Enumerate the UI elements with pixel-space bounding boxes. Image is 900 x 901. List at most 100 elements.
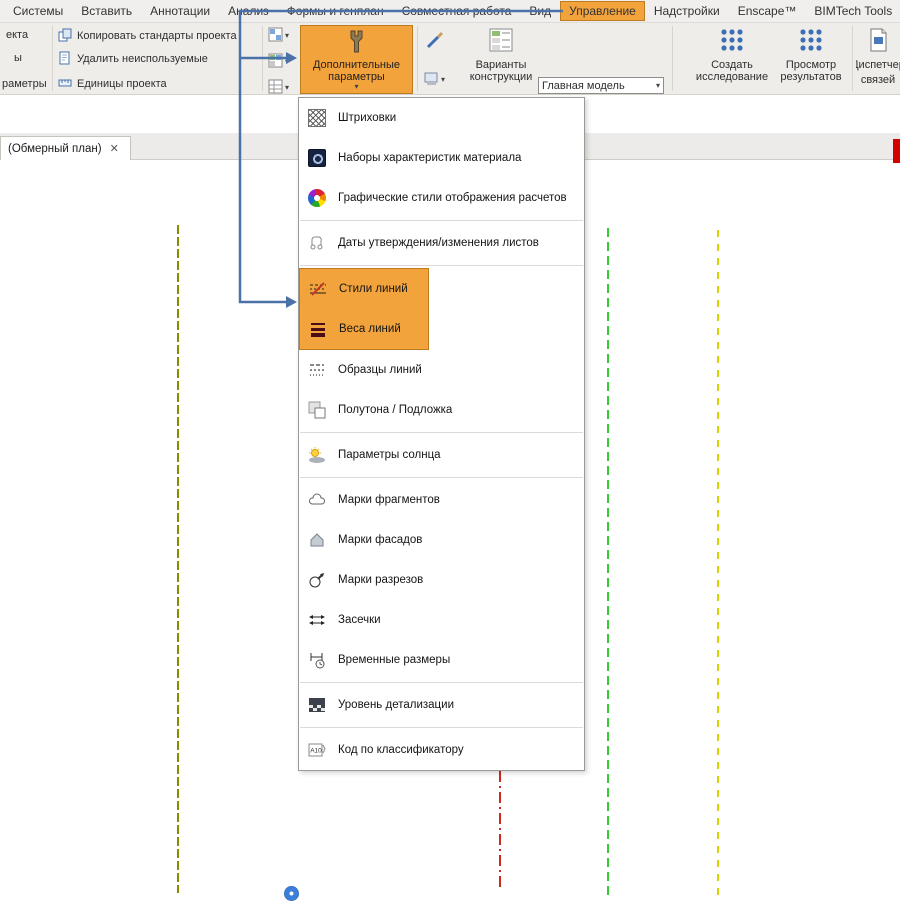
- menu-item-halftone-underlay[interactable]: Полутона / Подложка: [299, 390, 584, 430]
- menu-item-label: Марки фасадов: [338, 534, 423, 546]
- menu-separator: [300, 432, 583, 433]
- chevron-down-icon: ▾: [655, 80, 660, 90]
- ribbon-tab-analyze[interactable]: Анализ: [219, 1, 278, 21]
- menu-item-material-assets[interactable]: Наборы характеристик материала: [299, 138, 584, 178]
- dots-grid-icon: [719, 27, 745, 56]
- dropdown-icon: ▾: [285, 57, 290, 66]
- links-manager-button[interactable]: Диспетчер связей: [856, 27, 900, 86]
- grid-settings-icon: [268, 79, 283, 97]
- menu-separator: [300, 220, 583, 221]
- ribbon-tab-manage[interactable]: Управление: [560, 1, 645, 21]
- create-study-button[interactable]: Создать исследование: [692, 27, 772, 83]
- detail-level-icon: [307, 695, 327, 715]
- mep-settings-button[interactable]: ▾: [268, 53, 289, 71]
- menu-item-sun-settings[interactable]: Параметры солнца: [299, 435, 584, 475]
- dropdown-icon: ▾: [285, 31, 290, 40]
- design-line-button[interactable]: [424, 29, 446, 54]
- menu-item-label: Штриховки: [338, 112, 397, 124]
- ribbon-tab-annotate[interactable]: Аннотации: [141, 1, 219, 21]
- ribbon-tab-collaborate[interactable]: Совместная работа: [393, 1, 521, 21]
- halftone-icon: [307, 400, 327, 420]
- menu-item-fill-patterns[interactable]: Штриховки: [299, 98, 584, 138]
- panel-separator: [52, 26, 53, 91]
- temporary-dimension-icon: [307, 650, 327, 670]
- menu-item-section-tags[interactable]: Марки разрезов: [299, 560, 584, 600]
- classifier-code-icon: A10: [307, 740, 327, 760]
- paint-icon: [424, 71, 439, 89]
- menu-item-label: Марки разрезов: [338, 574, 424, 586]
- purge-icon: [58, 51, 72, 68]
- grid-settings-icon: [268, 27, 283, 45]
- menu-item-line-weights[interactable]: Веса линий: [300, 309, 428, 349]
- structural-settings-button[interactable]: ▾: [268, 27, 289, 45]
- grid-line-green: [607, 228, 609, 898]
- menu-item-analysis-display-styles[interactable]: Графические стили отображения расчетов: [299, 178, 584, 218]
- menu-item-label: Стили линий: [339, 283, 408, 295]
- additional-settings-button[interactable]: Дополнительные параметры ▾: [300, 25, 413, 94]
- paint-tool-button[interactable]: ▾: [424, 71, 445, 89]
- panel-separator: [672, 26, 673, 91]
- close-icon[interactable]: ✕: [110, 142, 119, 155]
- menu-item-arrowheads[interactable]: Засечки: [299, 600, 584, 640]
- menu-separator: [300, 265, 583, 266]
- dropdown-icon: ▾: [354, 82, 359, 91]
- menu-item-label: Временные размеры: [338, 654, 451, 666]
- panel-schedule-settings-button[interactable]: ▾: [268, 79, 289, 97]
- menu-item-label: Засечки: [338, 614, 381, 626]
- double-arrow-icon: [307, 610, 327, 630]
- color-wheel-icon: [307, 188, 327, 208]
- dots-grid-icon: [798, 27, 824, 56]
- button-label: Дополнительные параметры: [312, 59, 401, 83]
- tool-label: Удалить неиспользуемые: [77, 53, 208, 65]
- copy-standards-icon: [58, 28, 72, 45]
- tool-label: Единицы проекта: [77, 78, 167, 90]
- additional-settings-menu: Штриховки Наборы характеристик материала…: [298, 97, 585, 771]
- project-units-button[interactable]: Единицы проекта: [58, 75, 167, 93]
- panel-separator: [852, 26, 853, 91]
- menu-item-sheet-issues-revisions[interactable]: Даты утверждения/изменения листов: [299, 223, 584, 263]
- menu-item-line-patterns[interactable]: Образцы линий: [299, 350, 584, 390]
- sheet-dates-icon: [307, 233, 327, 253]
- pencil-icon: [424, 31, 446, 54]
- button-label: Диспетчер: [856, 59, 900, 71]
- grid-line-olive: [177, 225, 179, 893]
- menu-item-classification-code[interactable]: A10 Код по классификатору: [299, 730, 584, 770]
- active-design-option-select[interactable]: Главная модель ▾: [538, 77, 664, 94]
- purge-unused-button[interactable]: Удалить неиспользуемые: [58, 50, 208, 68]
- truncated-label: ы: [14, 52, 22, 64]
- wrench-icon: [344, 29, 370, 58]
- ribbon-tab-massing-site[interactable]: Формы и генплан: [278, 1, 393, 21]
- dropdown-icon: ▾: [441, 75, 446, 84]
- highlighted-menu-group: Стили линий Веса линий: [299, 268, 429, 350]
- view-tab-label: (Обмерный план): [8, 142, 102, 155]
- ribbon-tab-addins[interactable]: Надстройки: [645, 1, 729, 21]
- elevation-tag-icon: [307, 530, 327, 550]
- callout-cloud-icon: [307, 490, 327, 510]
- transfer-project-standards-button[interactable]: Копировать стандарты проекта: [58, 27, 237, 45]
- ribbon-tab-bimtech[interactable]: BIMTech Tools: [805, 1, 900, 21]
- menu-item-label: Уровень детализации: [338, 699, 454, 711]
- ribbon-tab-systems[interactable]: Системы: [4, 1, 72, 21]
- button-label: связей: [860, 74, 896, 86]
- menu-item-temporary-dimensions[interactable]: Временные размеры: [299, 640, 584, 680]
- menu-item-elevation-tags[interactable]: Марки фасадов: [299, 520, 584, 560]
- menu-item-callout-tags[interactable]: Марки фрагментов: [299, 480, 584, 520]
- line-weights-icon: [308, 319, 328, 339]
- view-tab-measured-plan[interactable]: (Обмерный план) ✕: [0, 136, 131, 160]
- ribbon-tab-insert[interactable]: Вставить: [72, 1, 141, 21]
- view-results-button[interactable]: Просмотр результатов: [771, 27, 851, 83]
- menu-separator: [300, 477, 583, 478]
- menu-item-detail-level[interactable]: Уровень детализации: [299, 685, 584, 725]
- menu-item-line-styles[interactable]: Стили линий: [300, 269, 428, 309]
- ribbon-tab-view[interactable]: Вид: [520, 1, 560, 21]
- ribbon-tab-enscape[interactable]: Enscape™: [729, 1, 806, 21]
- navigation-wheel-icon[interactable]: [284, 886, 299, 901]
- button-label: Просмотр результатов: [780, 59, 842, 83]
- menu-item-label: Графические стили отображения расчетов: [338, 192, 567, 204]
- ribbon: екта ы раметры Копировать стандарты прое…: [0, 23, 900, 95]
- design-options-button[interactable]: Варианты конструкции: [462, 27, 540, 83]
- button-label: Варианты конструкции: [469, 59, 533, 83]
- material-asset-icon: [307, 148, 327, 168]
- line-styles-icon: [308, 279, 328, 299]
- section-tag-icon: [307, 570, 327, 590]
